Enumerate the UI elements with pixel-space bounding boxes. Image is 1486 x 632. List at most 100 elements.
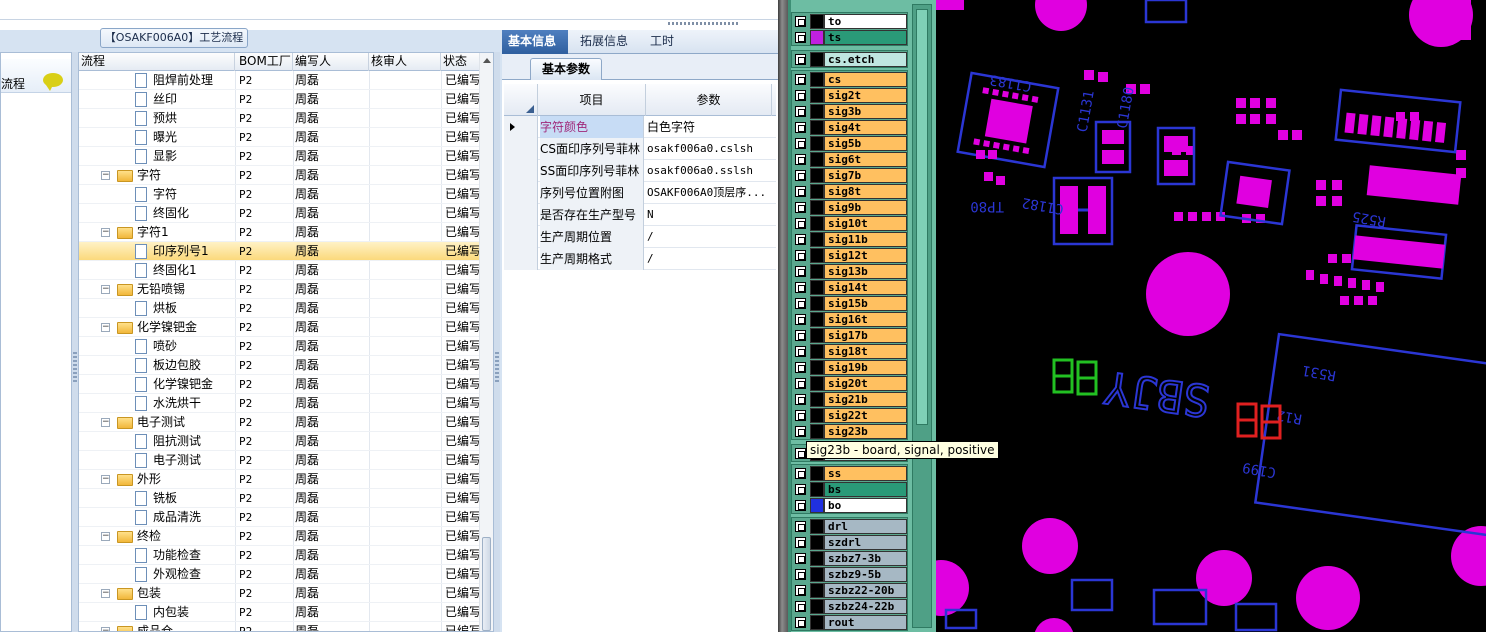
layer-row[interactable]: sig23b — [792, 423, 909, 439]
layer-name[interactable]: sig11b — [824, 232, 907, 247]
tab-extended-info[interactable]: 拓展信息 — [574, 30, 640, 54]
layer-row[interactable]: sig15b — [792, 295, 909, 311]
col-header-param[interactable]: 参数 — [646, 84, 772, 116]
layer-name[interactable]: sig5b — [824, 136, 907, 151]
layer-row[interactable]: sig21b — [792, 391, 909, 407]
layer-visibility-checkbox[interactable] — [795, 266, 806, 277]
layer-visibility-checkbox[interactable] — [795, 54, 806, 65]
tree-row[interactable]: − 成品仓 P2 周磊 已编写 — [79, 622, 479, 631]
param-row[interactable]: 是否存在生产型号 N — [504, 204, 776, 226]
layer-name[interactable]: sig8t — [824, 184, 907, 199]
param-row[interactable]: 字符颜色 白色字符 — [504, 116, 776, 138]
collapse-toggle-icon[interactable]: − — [101, 532, 110, 541]
tree-row[interactable]: 水洗烘干 P2 周磊 已编写 — [79, 394, 479, 413]
layer-visibility-checkbox[interactable] — [795, 234, 806, 245]
layer-name[interactable]: sig13b — [824, 264, 907, 279]
collapse-toggle-icon[interactable]: − — [101, 171, 110, 180]
param-row[interactable]: CS面印序列号菲林 osakf006a0.cslsh — [504, 138, 776, 160]
layer-color-swatch[interactable] — [810, 232, 824, 247]
layer-visibility-checkbox[interactable] — [795, 186, 806, 197]
layer-color-swatch[interactable] — [810, 184, 824, 199]
layer-row[interactable]: cs.etch — [792, 51, 909, 67]
layer-name[interactable]: sig19b — [824, 360, 907, 375]
tree-row[interactable]: 阻焊前处理 P2 周磊 已编写 — [79, 71, 479, 90]
layer-row[interactable]: sig22t — [792, 407, 909, 423]
layer-row[interactable]: sig5b — [792, 135, 909, 151]
layer-visibility-checkbox[interactable] — [795, 378, 806, 389]
layer-color-swatch[interactable] — [810, 120, 824, 135]
collapse-toggle-icon[interactable]: − — [101, 475, 110, 484]
layer-visibility-checkbox[interactable] — [795, 32, 806, 43]
layer-visibility-checkbox[interactable] — [795, 585, 806, 596]
layer-row[interactable]: sig4t — [792, 119, 909, 135]
subtab-basic-params[interactable]: 基本参数 — [530, 58, 602, 80]
collapse-toggle-icon[interactable]: − — [101, 228, 110, 237]
layer-row[interactable]: sig7b — [792, 167, 909, 183]
param-row[interactable]: 生产周期格式 / — [504, 248, 776, 270]
layer-row[interactable]: szdrl — [792, 534, 909, 550]
layer-visibility-checkbox[interactable] — [795, 521, 806, 532]
layer-visibility-checkbox[interactable] — [795, 218, 806, 229]
tab-basic-info[interactable]: 基本信息 — [502, 30, 568, 54]
layer-row[interactable]: cs — [792, 71, 909, 87]
tree-row[interactable]: − 电子测试 P2 周磊 已编写 — [79, 413, 479, 432]
col-header-bom[interactable]: BOM工厂 — [237, 53, 293, 71]
row-indicator[interactable] — [504, 182, 538, 204]
tree-row[interactable]: 喷砂 P2 周磊 已编写 — [79, 337, 479, 356]
collapse-toggle-icon[interactable]: − — [101, 589, 110, 598]
layer-color-swatch[interactable] — [810, 216, 824, 231]
layer-visibility-checkbox[interactable] — [795, 569, 806, 580]
layer-color-swatch[interactable] — [810, 264, 824, 279]
layer-color-swatch[interactable] — [810, 498, 824, 513]
layer-name[interactable]: sig23b — [824, 424, 907, 439]
layer-row[interactable]: bo — [792, 497, 909, 513]
tree-row[interactable]: 印序列号1 P2 周磊 已编写 — [79, 242, 479, 261]
layer-color-swatch[interactable] — [810, 52, 824, 67]
tree-row[interactable]: 丝印 P2 周磊 已编写 — [79, 90, 479, 109]
layer-row[interactable]: sig16t — [792, 311, 909, 327]
layer-color-swatch[interactable] — [810, 376, 824, 391]
layer-name[interactable]: to — [824, 14, 907, 29]
layer-name[interactable]: sig15b — [824, 296, 907, 311]
row-indicator[interactable] — [504, 248, 538, 270]
tree-row[interactable]: 铣板 P2 周磊 已编写 — [79, 489, 479, 508]
param-value[interactable]: OSAKF006A0顶层序... — [647, 182, 773, 204]
layer-row[interactable]: sig8t — [792, 183, 909, 199]
tree-row[interactable]: 成品清洗 P2 周磊 已编写 — [79, 508, 479, 527]
col-header-reviewer[interactable]: 核审人 — [369, 53, 441, 71]
layer-row[interactable]: sig18t — [792, 343, 909, 359]
layer-visibility-checkbox[interactable] — [795, 537, 806, 548]
layer-row[interactable]: szbz7-3b — [792, 550, 909, 566]
layer-row[interactable]: bs — [792, 481, 909, 497]
collapse-toggle-icon[interactable]: − — [101, 627, 110, 631]
layer-visibility-checkbox[interactable] — [795, 170, 806, 181]
tab-work-hours[interactable]: 工时 — [644, 30, 684, 54]
row-indicator[interactable] — [504, 226, 538, 248]
layer-row[interactable]: sig2t — [792, 87, 909, 103]
param-value[interactable]: osakf006a0.sslsh — [647, 160, 773, 182]
layer-name[interactable]: sig17b — [824, 328, 907, 343]
layer-row[interactable]: sig9b — [792, 199, 909, 215]
row-indicator[interactable] — [504, 204, 538, 226]
layer-color-swatch[interactable] — [810, 392, 824, 407]
tree-row[interactable]: 字符 P2 周磊 已编写 — [79, 185, 479, 204]
layer-name[interactable]: sig2t — [824, 88, 907, 103]
layer-color-swatch[interactable] — [810, 328, 824, 343]
layer-color-swatch[interactable] — [810, 408, 824, 423]
layer-visibility-checkbox[interactable] — [795, 154, 806, 165]
layer-color-swatch[interactable] — [810, 72, 824, 87]
param-row[interactable]: 序列号位置附图 OSAKF006A0顶层序... — [504, 182, 776, 204]
layer-visibility-checkbox[interactable] — [795, 346, 806, 357]
layer-name[interactable]: sig4t — [824, 120, 907, 135]
layer-color-swatch[interactable] — [810, 344, 824, 359]
tree-row[interactable]: 电子测试 P2 周磊 已编写 — [79, 451, 479, 470]
col-header-status[interactable]: 状态 — [441, 53, 479, 71]
layer-row[interactable]: ss — [792, 465, 909, 481]
layer-color-swatch[interactable] — [810, 535, 824, 550]
layer-color-swatch[interactable] — [810, 104, 824, 119]
layer-name[interactable]: bs — [824, 482, 907, 497]
layer-row[interactable]: szbz22-20b — [792, 582, 909, 598]
layer-row[interactable]: rout — [792, 614, 909, 630]
tree-row[interactable]: − 外形 P2 周磊 已编写 — [79, 470, 479, 489]
layer-color-swatch[interactable] — [810, 88, 824, 103]
